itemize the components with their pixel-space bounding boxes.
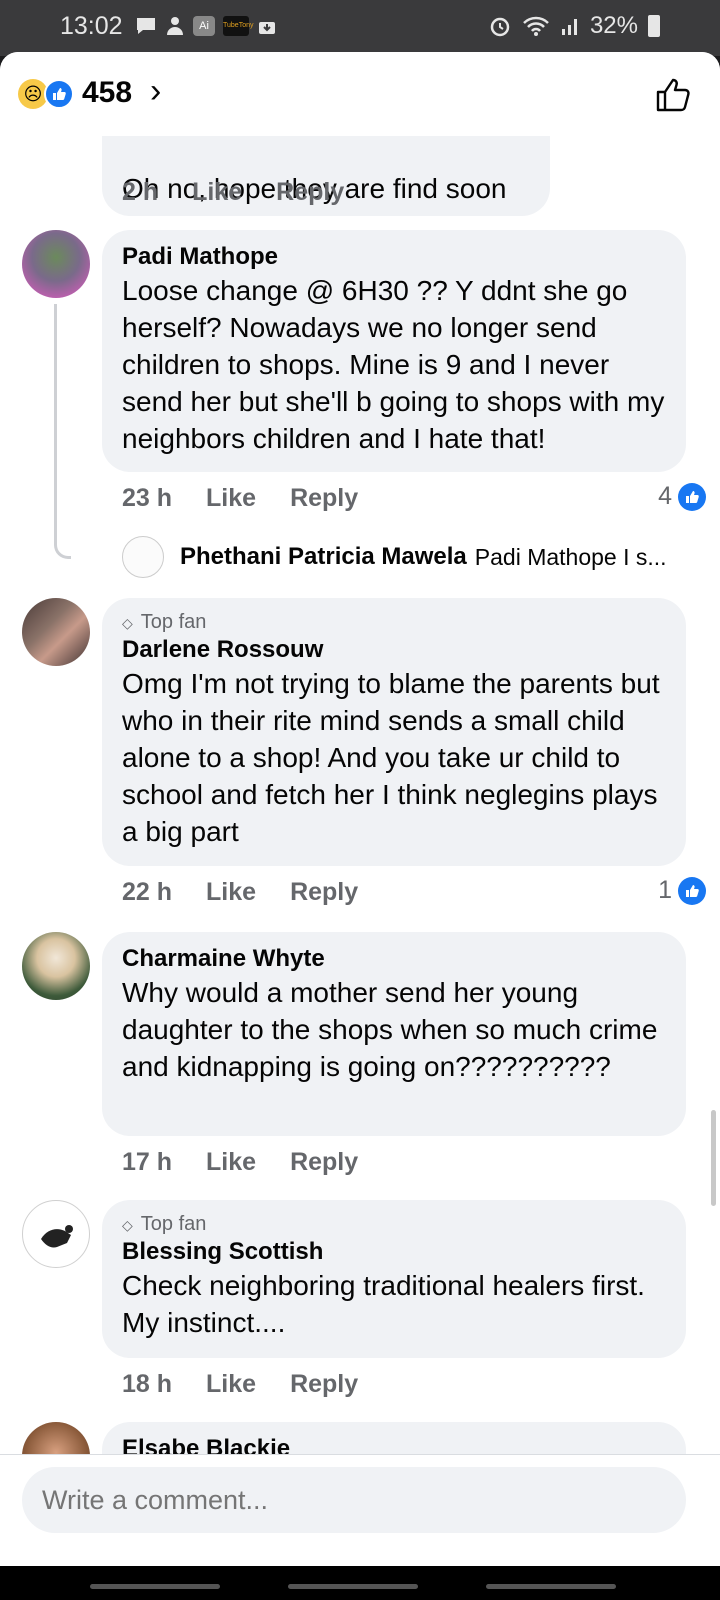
person-icon bbox=[167, 17, 183, 35]
commenter-name[interactable]: Padi Mathope bbox=[122, 242, 666, 272]
avatar[interactable] bbox=[22, 932, 90, 1000]
comment-like-count[interactable]: 4 bbox=[658, 482, 706, 511]
reply-button[interactable]: Reply bbox=[290, 878, 358, 907]
ai-icon: Ai bbox=[193, 16, 215, 36]
comment-actions: 2 h Like Reply bbox=[122, 178, 344, 207]
like-button[interactable]: Like bbox=[206, 484, 256, 513]
status-bar: 13:02 Ai TubeTony 32% bbox=[0, 0, 720, 56]
reactions-header: ☹ 458 › bbox=[0, 52, 720, 136]
comment-bubble[interactable]: ◇ Top fan Blessing Scottish Check neighbo… bbox=[102, 1200, 686, 1358]
like-badge-icon bbox=[678, 876, 706, 905]
hand-gesture-icon bbox=[41, 1225, 73, 1248]
diamond-icon: ◇ bbox=[122, 1217, 133, 1233]
reply-button[interactable]: Reply bbox=[276, 178, 344, 207]
comment-time: 17 h bbox=[122, 1148, 173, 1176]
reply-snippet: Padi Mathope I s... bbox=[474, 543, 667, 570]
status-right-icons: 32% bbox=[488, 12, 660, 40]
system-nav-bar bbox=[0, 1566, 720, 1600]
comment-bubble[interactable]: Charmaine Whyte Why would a mother send … bbox=[102, 932, 686, 1136]
comment-text: Omg I'm not trying to blame the parents … bbox=[122, 668, 660, 847]
commenter-name[interactable]: Charmaine Whyte bbox=[122, 944, 666, 974]
comment-text: Check neighboring traditional healers fi… bbox=[122, 1270, 645, 1338]
like-button[interactable]: Like bbox=[206, 1370, 256, 1399]
reply-preview[interactable]: Phethani Patricia Mawela Padi Mathope I … bbox=[122, 536, 667, 578]
comment-bubble[interactable]: Padi Mathope Loose change @ 6H30 ?? Y dd… bbox=[102, 230, 686, 472]
battery-icon bbox=[648, 15, 660, 37]
comment-input[interactable] bbox=[22, 1467, 686, 1533]
like-button[interactable]: Like bbox=[192, 178, 242, 207]
like-reaction-icon[interactable] bbox=[44, 79, 74, 109]
wifi-icon bbox=[523, 16, 549, 36]
alarm-icon bbox=[490, 17, 510, 37]
reply-button[interactable]: Reply bbox=[290, 1148, 358, 1177]
nav-back-button[interactable] bbox=[90, 1584, 220, 1589]
comment-text: Why would a mother send her young daught… bbox=[122, 977, 658, 1082]
top-fan-badge: ◇ Top fan bbox=[122, 1213, 207, 1235]
download-icon bbox=[259, 22, 275, 34]
reaction-count[interactable]: 458 bbox=[82, 76, 132, 110]
comment-time: 18 h bbox=[122, 1370, 173, 1398]
avatar[interactable] bbox=[22, 598, 90, 666]
comment-bubble[interactable]: ◇ Top fan Darlene Rossouw Omg I'm not try… bbox=[102, 598, 686, 866]
reply-button[interactable]: Reply bbox=[290, 484, 358, 513]
chevron-right-icon[interactable]: › bbox=[150, 72, 161, 111]
like-count-number: 4 bbox=[658, 482, 672, 510]
chat-icon bbox=[137, 18, 155, 34]
comment-time: 2 h bbox=[122, 178, 159, 206]
top-fan-badge: ◇ Top fan bbox=[122, 611, 207, 633]
reply-button[interactable]: Reply bbox=[290, 1370, 358, 1399]
tv-icon: TubeTony bbox=[223, 16, 253, 36]
reply-name: Phethani Patricia Mawela bbox=[180, 543, 467, 570]
commenter-name[interactable]: Blessing Scottish bbox=[122, 1237, 666, 1267]
like-button[interactable]: Like bbox=[206, 1148, 256, 1177]
avatar[interactable] bbox=[22, 1200, 90, 1268]
comment-time: 23 h bbox=[122, 484, 173, 512]
comment-text: Loose change @ 6H30 ?? Y ddnt she go her… bbox=[122, 275, 665, 454]
avatar[interactable] bbox=[22, 230, 90, 298]
reply-avatar bbox=[122, 536, 164, 578]
scrollbar[interactable] bbox=[711, 1110, 716, 1206]
reply-thread-line bbox=[54, 304, 71, 559]
nav-home-button[interactable] bbox=[288, 1584, 418, 1589]
comment-time: 22 h bbox=[122, 878, 173, 906]
commenter-name[interactable]: Darlene Rossouw bbox=[122, 635, 666, 665]
comment-actions: 17 h Like Reply bbox=[122, 1148, 358, 1177]
like-button[interactable]: Like bbox=[206, 878, 256, 907]
comment-actions: 22 h Like Reply bbox=[122, 878, 358, 907]
status-time: 13:02 bbox=[60, 12, 123, 40]
nav-recents-button[interactable] bbox=[486, 1584, 616, 1589]
comment-like-count[interactable]: 1 bbox=[658, 876, 706, 905]
comment-actions: 23 h Like Reply bbox=[122, 484, 358, 513]
diamond-icon: ◇ bbox=[122, 615, 133, 631]
like-count-number: 1 bbox=[658, 876, 672, 904]
comment-actions: 18 h Like Reply bbox=[122, 1370, 358, 1399]
signal-icon bbox=[561, 19, 577, 35]
status-left-icons: Ai TubeTony bbox=[135, 15, 277, 37]
comments-sheet: Oh no, hope they are find soon 2 h Like … bbox=[0, 52, 720, 1600]
like-badge-icon bbox=[678, 482, 706, 511]
battery-text: 32% bbox=[589, 12, 638, 39]
like-button-icon[interactable] bbox=[654, 76, 692, 114]
